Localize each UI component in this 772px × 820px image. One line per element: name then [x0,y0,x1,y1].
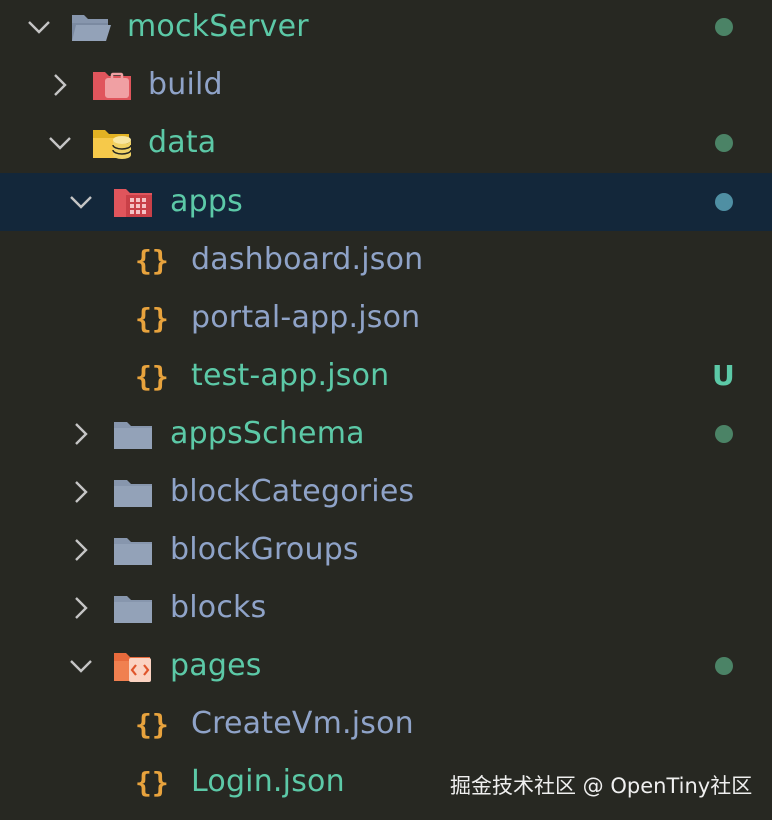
chevron-down-icon[interactable] [47,130,73,156]
svg-text:{}: {} [135,244,169,277]
tree-item-label: blocks [170,590,267,625]
folder-icon [112,591,154,625]
json-icon: {} [133,301,175,335]
tree-item-label: test-app.json [191,358,390,393]
json-icon: {} [133,765,175,799]
folder-open-icon [70,10,112,44]
tree-item-build[interactable]: build [0,56,772,114]
tree-item-portal-app-json[interactable]: {} portal-app.json [0,289,772,347]
tree-item-test-app-json[interactable]: {} test-app.json U [0,347,772,405]
pages-folder-icon [112,649,154,683]
tree-item-label: CreateVm.json [191,706,414,741]
folder-icon [112,417,154,451]
folder-icon [112,533,154,567]
modified-status-dot [715,657,733,675]
database-folder-icon [91,126,133,160]
tree-item-label: build [148,67,223,102]
tree-item-label: blockGroups [170,532,359,567]
tree-item-label: apps [170,184,243,219]
tree-item-label: Login.json [191,764,345,799]
json-icon: {} [133,707,175,741]
tree-item-label: portal-app.json [191,300,421,335]
tree-item-label: dashboard.json [191,242,424,277]
tree-item-mockserver[interactable]: mockServer [0,0,772,56]
tree-item-appsschema[interactable]: appsSchema [0,405,772,463]
svg-text:{}: {} [135,766,169,799]
chevron-right-icon[interactable] [47,72,73,98]
json-icon: {} [133,243,175,277]
tree-item-label: blockCategories [170,474,415,509]
tree-item-blockcategories[interactable]: blockCategories [0,463,772,521]
build-folder-icon [91,68,133,102]
chevron-down-icon[interactable] [68,189,94,215]
tree-item-label: mockServer [127,9,309,44]
modified-status-dot [715,134,733,152]
tree-item-label: appsSchema [170,416,365,451]
svg-text:{}: {} [135,302,169,335]
chevron-down-icon[interactable] [68,653,94,679]
svg-text:{}: {} [135,360,169,393]
tree-item-dashboard-json[interactable]: {} dashboard.json [0,231,772,289]
tree-item-pages[interactable]: pages [0,637,772,695]
tree-item-blocks[interactable]: blocks [0,579,772,637]
svg-text:{}: {} [135,708,169,741]
chevron-right-icon[interactable] [68,421,94,447]
modified-status-dot [715,193,733,211]
tree-item-apps[interactable]: apps [0,173,772,231]
tree-item-blockgroups[interactable]: blockGroups [0,521,772,579]
untracked-badge: U [712,359,735,392]
apps-folder-icon [112,185,154,219]
tree-item-label: data [148,125,217,160]
watermark: 掘金技术社区 @ OpenTiny社区 [450,774,753,798]
chevron-right-icon[interactable] [68,479,94,505]
folder-icon [112,475,154,509]
file-explorer-tree: mockServer build data apps {} dashboard.… [0,0,772,820]
modified-status-dot [715,425,733,443]
tree-item-data[interactable]: data [0,114,772,172]
chevron-right-icon[interactable] [68,537,94,563]
tree-item-label: pages [170,648,262,683]
json-icon: {} [133,359,175,393]
chevron-down-icon[interactable] [26,14,52,40]
modified-status-dot [715,18,733,36]
chevron-right-icon[interactable] [68,595,94,621]
tree-item-createvm-json[interactable]: {} CreateVm.json [0,695,772,753]
